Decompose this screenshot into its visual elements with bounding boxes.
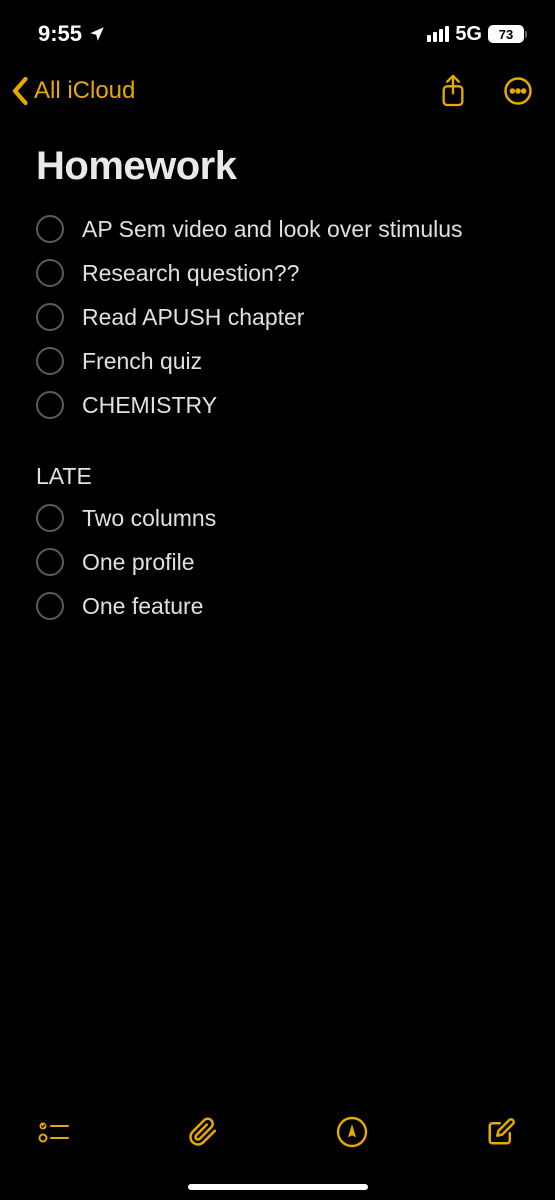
checklist-icon: [38, 1118, 70, 1146]
signal-icon: [427, 26, 449, 42]
checklist-item-text: French quiz: [82, 348, 202, 375]
checkbox-icon[interactable]: [36, 592, 64, 620]
nav-bar: All iCloud: [0, 54, 555, 122]
share-button[interactable]: [439, 74, 467, 108]
status-time: 9:55: [38, 21, 82, 47]
share-icon: [439, 74, 467, 108]
battery-icon: 73: [488, 25, 527, 43]
location-icon: [88, 25, 106, 43]
network-type: 5G: [455, 23, 482, 46]
compose-icon: [486, 1117, 516, 1147]
checkbox-icon[interactable]: [36, 548, 64, 576]
ellipsis-circle-icon: [503, 76, 533, 106]
checklist-item[interactable]: Research question??: [36, 251, 519, 295]
checkbox-icon[interactable]: [36, 391, 64, 419]
checkbox-icon[interactable]: [36, 347, 64, 375]
back-button[interactable]: All iCloud: [10, 76, 135, 106]
more-button[interactable]: [503, 76, 533, 106]
checklist-item[interactable]: One feature: [36, 584, 519, 628]
attachment-button[interactable]: [183, 1112, 223, 1152]
checklist-item-text: One profile: [82, 549, 195, 576]
checklist-item[interactable]: French quiz: [36, 339, 519, 383]
checkbox-icon[interactable]: [36, 504, 64, 532]
status-left: 9:55: [38, 21, 106, 47]
section-label: LATE: [36, 463, 519, 490]
pen-circle-icon: [336, 1116, 368, 1148]
note-title: Homework: [36, 144, 519, 189]
checklist-item[interactable]: CHEMISTRY: [36, 383, 519, 427]
checklist-item-text: Research question??: [82, 260, 299, 287]
checkbox-icon[interactable]: [36, 215, 64, 243]
checklist-button[interactable]: [34, 1112, 74, 1152]
paperclip-icon: [188, 1116, 218, 1148]
battery-level: 73: [499, 27, 513, 42]
checklist-item-text: Read APUSH chapter: [82, 304, 304, 331]
status-right: 5G 73: [427, 23, 527, 46]
checklist-item[interactable]: One profile: [36, 540, 519, 584]
note-content[interactable]: Homework AP Sem video and look over stim…: [0, 122, 555, 628]
chevron-left-icon: [10, 76, 32, 106]
nav-actions: [439, 74, 533, 108]
checklist-item[interactable]: AP Sem video and look over stimulus: [36, 207, 519, 251]
checklist-item[interactable]: Read APUSH chapter: [36, 295, 519, 339]
markup-button[interactable]: [332, 1112, 372, 1152]
compose-button[interactable]: [481, 1112, 521, 1152]
status-bar: 9:55 5G 73: [0, 0, 555, 54]
checkbox-icon[interactable]: [36, 303, 64, 331]
home-indicator[interactable]: [188, 1184, 368, 1190]
back-label: All iCloud: [34, 77, 135, 105]
checklist-item-text: AP Sem video and look over stimulus: [82, 216, 463, 243]
checklist-item-text: Two columns: [82, 505, 216, 532]
checklist-item-text: CHEMISTRY: [82, 392, 217, 419]
checkbox-icon[interactable]: [36, 259, 64, 287]
checklist-item-text: One feature: [82, 593, 203, 620]
checklist-item[interactable]: Two columns: [36, 496, 519, 540]
